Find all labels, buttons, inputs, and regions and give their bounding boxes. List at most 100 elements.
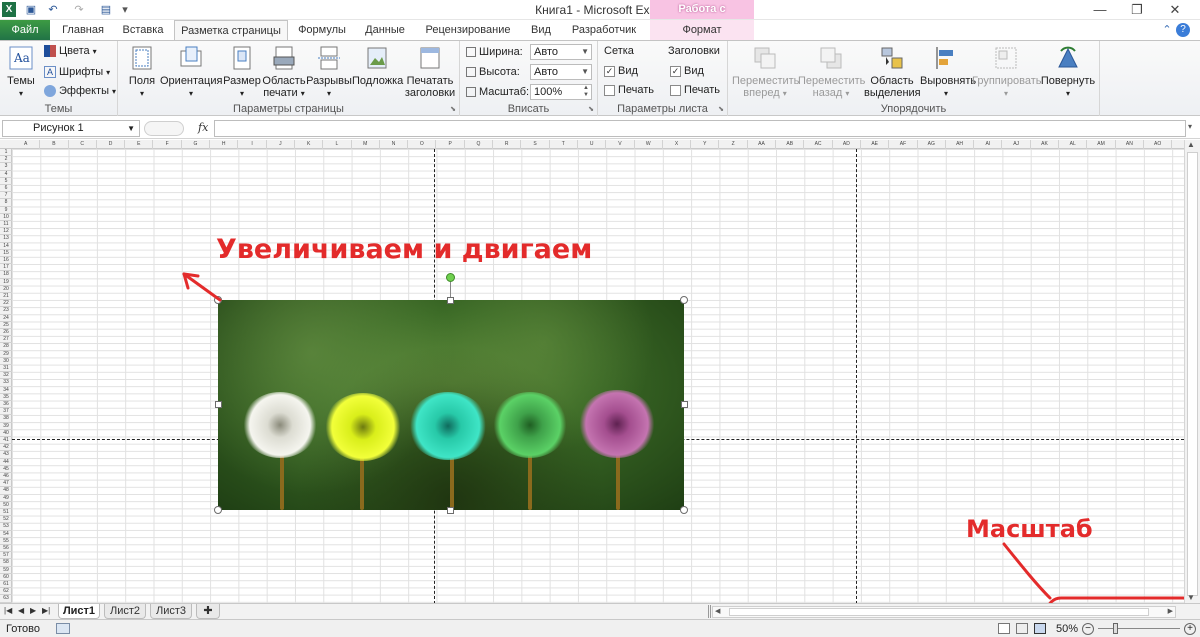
- column-header[interactable]: AI: [974, 140, 1003, 149]
- ribbon-minimize-icon[interactable]: ⌃: [1160, 23, 1174, 37]
- last-sheet-icon[interactable]: ▶|: [42, 606, 50, 615]
- zoom-slider-track[interactable]: [1098, 628, 1180, 629]
- row-header[interactable]: 61: [0, 581, 12, 589]
- horizontal-scroll-thumb[interactable]: [729, 608, 1149, 616]
- row-header[interactable]: 47: [0, 480, 12, 488]
- column-header[interactable]: AD: [833, 140, 861, 149]
- row-header[interactable]: 55: [0, 538, 12, 545]
- row-header[interactable]: 42: [0, 444, 12, 452]
- align-button[interactable]: Выровнять ▾: [920, 45, 976, 100]
- macro-record-icon[interactable]: [56, 623, 70, 634]
- group-objects-button[interactable]: Группировать ▾: [972, 45, 1042, 100]
- prev-sheet-icon[interactable]: ◀: [18, 606, 24, 615]
- row-header[interactable]: 13: [0, 235, 12, 243]
- formula-input[interactable]: [214, 120, 1186, 137]
- row-header[interactable]: 21: [0, 293, 12, 301]
- row-header[interactable]: 1: [0, 149, 12, 157]
- row-header[interactable]: 58: [0, 559, 12, 567]
- next-sheet-icon[interactable]: ▶: [30, 606, 36, 615]
- row-header[interactable]: 60: [0, 574, 12, 581]
- column-header[interactable]: AN: [1116, 140, 1144, 149]
- row-header[interactable]: 44: [0, 459, 12, 466]
- column-header[interactable]: Z: [720, 140, 748, 149]
- resize-handle-top-right[interactable]: [680, 296, 688, 304]
- row-header[interactable]: 3: [0, 163, 12, 171]
- selection-pane-button[interactable]: Область выделения: [864, 45, 921, 99]
- column-header[interactable]: X: [663, 140, 692, 149]
- column-header[interactable]: W: [635, 140, 663, 149]
- scale-stepper[interactable]: 100% ▲ ▼: [530, 84, 592, 100]
- column-header[interactable]: P: [437, 140, 465, 149]
- rotation-handle[interactable]: [446, 273, 455, 282]
- column-header[interactable]: H: [210, 140, 239, 149]
- theme-colors-button[interactable]: Цвета ▾: [44, 45, 97, 57]
- row-header[interactable]: 45: [0, 466, 12, 473]
- page-break-view-icon[interactable]: [1034, 623, 1046, 634]
- insert-function-icon[interactable]: fx: [198, 121, 208, 134]
- row-header[interactable]: 35: [0, 394, 12, 401]
- column-header[interactable]: F: [154, 140, 182, 149]
- column-header[interactable]: I: [238, 140, 267, 149]
- row-header[interactable]: 8: [0, 199, 12, 207]
- column-header[interactable]: M: [352, 140, 380, 149]
- sheet-tab-3[interactable]: Лист3: [150, 604, 192, 619]
- theme-fonts-button[interactable]: A Шрифты ▾: [44, 66, 110, 78]
- tab-format[interactable]: Формат: [650, 20, 754, 40]
- row-header[interactable]: 19: [0, 279, 12, 286]
- resize-handle-left[interactable]: [215, 401, 222, 408]
- restore-icon[interactable]: ❐: [1120, 0, 1154, 19]
- sheet-tab-2[interactable]: Лист2: [104, 604, 146, 619]
- height-select[interactable]: Авто ▼: [530, 64, 592, 80]
- column-header[interactable]: AM: [1087, 140, 1116, 149]
- scroll-down-icon[interactable]: ▼: [1187, 593, 1195, 602]
- column-header[interactable]: Q: [465, 140, 494, 149]
- scroll-right-icon[interactable]: ▶: [1168, 607, 1173, 615]
- row-header[interactable]: 14: [0, 243, 12, 250]
- column-header[interactable]: J: [267, 140, 295, 149]
- column-header[interactable]: Y: [691, 140, 720, 149]
- print-area-button[interactable]: Область печати ▾: [262, 45, 306, 100]
- themes-button[interactable]: Aa Темы ▾: [4, 45, 38, 100]
- row-header[interactable]: 50: [0, 502, 12, 509]
- row-header[interactable]: 33: [0, 379, 12, 387]
- margins-button[interactable]: Поля ▾: [124, 45, 160, 100]
- row-header[interactable]: 7: [0, 192, 12, 200]
- column-header[interactable]: U: [578, 140, 607, 149]
- column-header[interactable]: E: [125, 140, 154, 149]
- row-header[interactable]: 23: [0, 307, 12, 315]
- column-header[interactable]: AH: [946, 140, 975, 149]
- tab-developer[interactable]: Разработчик: [564, 20, 644, 40]
- headings-print-checkbox[interactable]: Печать: [670, 84, 720, 96]
- row-header[interactable]: 41: [0, 437, 12, 445]
- row-header[interactable]: 39: [0, 423, 12, 430]
- row-header[interactable]: 6: [0, 185, 12, 193]
- first-sheet-icon[interactable]: |◀: [4, 606, 12, 615]
- resize-handle-bottom[interactable]: [447, 507, 454, 514]
- horizontal-scrollbar[interactable]: ◀ ▶: [712, 606, 1176, 618]
- row-header[interactable]: 30: [0, 358, 12, 365]
- gridlines-print-checkbox[interactable]: Печать: [604, 84, 654, 96]
- row-header[interactable]: 43: [0, 451, 12, 459]
- row-header[interactable]: 63: [0, 595, 12, 603]
- column-header[interactable]: O: [408, 140, 437, 149]
- row-header[interactable]: 38: [0, 415, 12, 423]
- row-header[interactable]: 5: [0, 178, 12, 185]
- minimize-icon[interactable]: —: [1083, 0, 1117, 19]
- headings-view-checkbox[interactable]: ✓ Вид: [670, 65, 704, 77]
- zoom-level[interactable]: 50%: [1056, 623, 1078, 635]
- row-header[interactable]: 36: [0, 401, 12, 409]
- tab-split-handle[interactable]: [708, 605, 711, 618]
- row-header[interactable]: 46: [0, 473, 12, 481]
- row-header[interactable]: 28: [0, 343, 12, 351]
- row-header[interactable]: 10: [0, 214, 12, 221]
- width-select[interactable]: Авто ▼: [530, 44, 592, 60]
- theme-effects-button[interactable]: Эффекты ▾: [44, 85, 116, 97]
- send-backward-button[interactable]: Переместить назад ▾: [798, 45, 865, 100]
- column-header[interactable]: AG: [918, 140, 946, 149]
- row-header[interactable]: 9: [0, 207, 12, 214]
- column-header[interactable]: AF: [889, 140, 918, 149]
- page-layout-view-icon[interactable]: [1016, 623, 1028, 634]
- column-header[interactable]: AB: [776, 140, 805, 149]
- row-header[interactable]: 51: [0, 509, 12, 517]
- column-header[interactable]: AO: [1144, 140, 1173, 149]
